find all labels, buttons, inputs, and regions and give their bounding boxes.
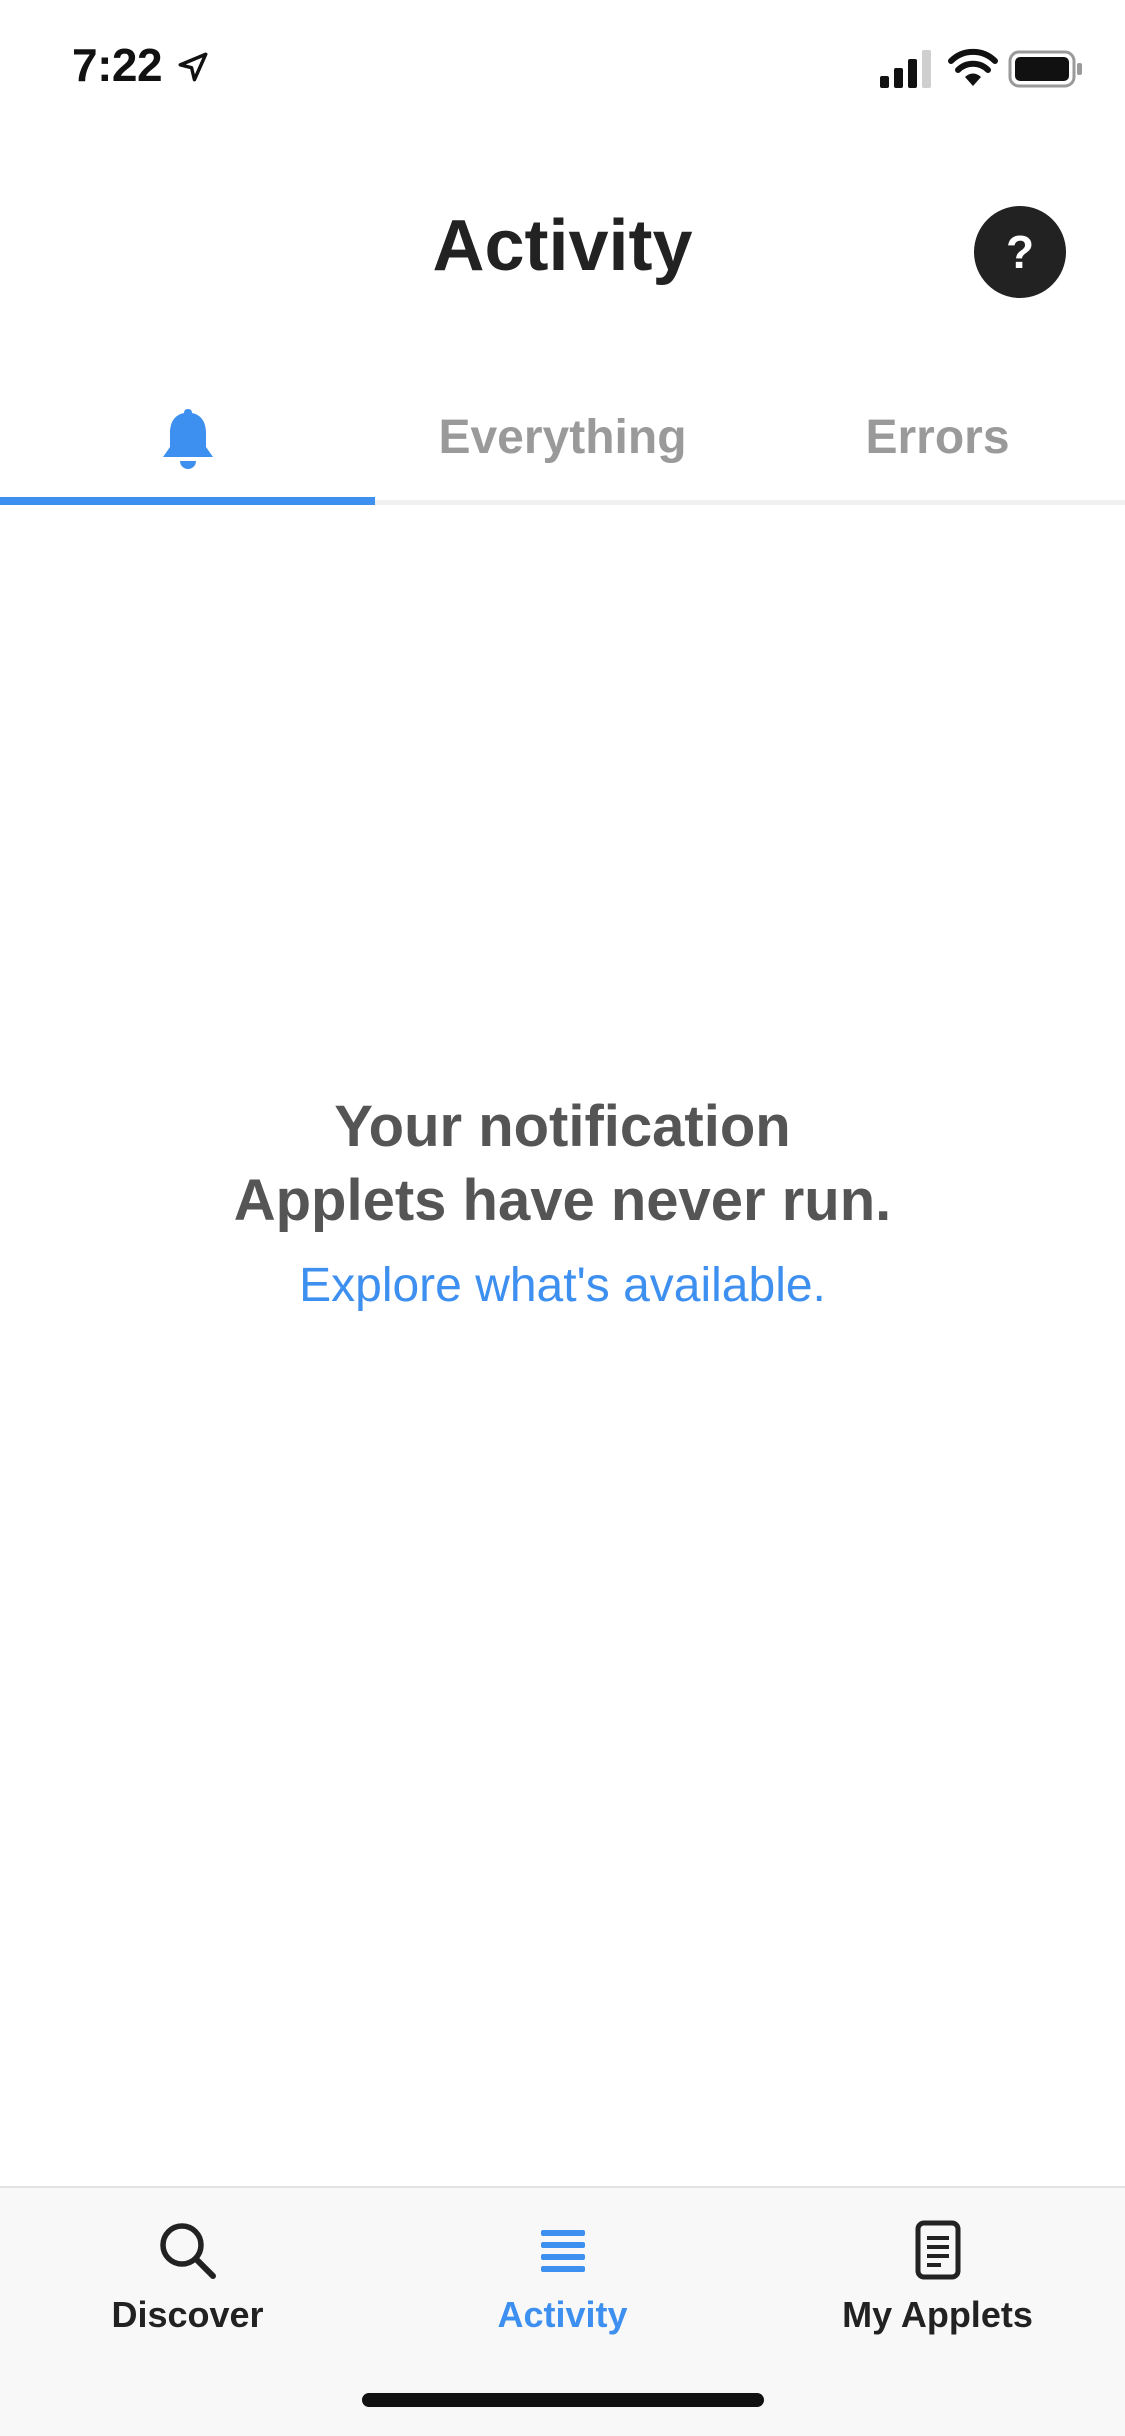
status-time: 7:22 <box>72 39 163 91</box>
wifi-icon <box>948 48 998 86</box>
nav-item-discover[interactable]: Discover <box>0 2218 375 2336</box>
home-indicator <box>362 2393 764 2407</box>
cellular-signal-icon <box>880 50 931 88</box>
battery-icon <box>1008 50 1082 88</box>
empty-state-line-1: Your notification <box>334 1094 791 1159</box>
tab-notifications[interactable] <box>0 375 375 505</box>
help-icon: ? <box>1005 226 1035 278</box>
search-icon <box>159 2223 216 2279</box>
list-icon <box>540 2230 585 2272</box>
empty-state-line-2: Applets have never run. <box>233 1168 892 1233</box>
nav-item-activity[interactable]: Activity <box>375 2218 750 2336</box>
location-arrow-icon <box>178 52 208 82</box>
page-title: Activity <box>432 206 693 286</box>
nav-label-my-applets: My Applets <box>842 2294 1033 2335</box>
tab-errors[interactable]: Errors <box>750 375 1125 500</box>
status-bar: 7:22 <box>0 0 1125 140</box>
nav-label-activity: Activity <box>497 2294 628 2335</box>
activity-tabs: Everything Errors <box>0 375 1125 505</box>
document-icon <box>915 2220 960 2280</box>
empty-state: Your notification Applets have never run… <box>0 1090 1125 1313</box>
tab-everything[interactable]: Everything <box>375 375 750 500</box>
bell-icon <box>162 408 213 469</box>
explore-link[interactable]: Explore what's available. <box>299 1258 826 1313</box>
nav-label-discover: Discover <box>111 2294 264 2335</box>
help-button[interactable]: ? <box>974 206 1066 298</box>
nav-item-my-applets[interactable]: My Applets <box>750 2218 1125 2336</box>
